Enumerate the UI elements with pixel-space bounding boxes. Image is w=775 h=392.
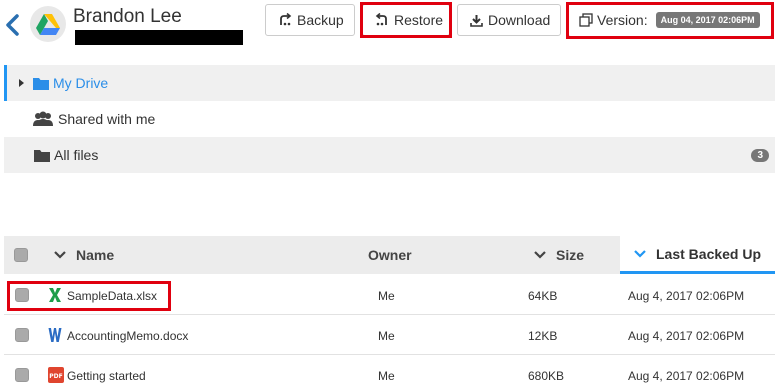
file-name[interactable]: AccountingMemo.docx	[67, 329, 188, 343]
column-size[interactable]: Size	[534, 236, 584, 274]
user-name: Brandon Lee	[73, 6, 182, 27]
backup-label: Backup	[297, 12, 344, 28]
file-size: 12KB	[528, 329, 558, 343]
file-size: 64KB	[528, 289, 558, 303]
download-button[interactable]: Download	[457, 4, 561, 36]
nav-item-all-files[interactable]: All files 3	[4, 137, 775, 173]
google-drive-icon	[30, 6, 66, 42]
chevron-left-icon[interactable]	[4, 14, 22, 36]
restore-label: Restore	[394, 12, 444, 28]
row-checkbox[interactable]	[15, 368, 29, 382]
file-name[interactable]: Getting started	[67, 369, 146, 383]
file-name[interactable]: SampleData.xlsx	[67, 289, 157, 303]
file-date: Aug 4, 2017 02:06PM	[628, 369, 745, 383]
folder-icon	[33, 77, 49, 90]
pdf-icon: PDF	[48, 367, 64, 386]
folder-icon	[34, 149, 50, 162]
column-last-backed-up[interactable]: Last Backed Up	[620, 236, 775, 274]
file-date: Aug 4, 2017 02:06PM	[628, 329, 745, 343]
redacted-email	[75, 30, 243, 45]
version-badge: Aug 04, 2017 02:06PM	[655, 12, 760, 28]
nav-item-my-drive[interactable]: My Drive	[4, 65, 775, 101]
download-label: Download	[488, 12, 551, 28]
users-icon	[33, 111, 53, 126]
column-owner[interactable]: Owner	[368, 236, 412, 274]
file-date: Aug 4, 2017 02:06PM	[628, 289, 745, 303]
table-row[interactable]: AccountingMemo.docx Me 12KB Aug 4, 2017 …	[4, 315, 775, 355]
column-name[interactable]: Name	[54, 236, 114, 274]
nav-item-label: Shared with me	[58, 111, 156, 127]
version-selector[interactable]: Version: Aug 04, 2017 02:06PM	[568, 3, 772, 37]
chevron-down-icon	[534, 251, 546, 259]
backup-icon	[280, 13, 292, 26]
version-label: Version:	[597, 12, 648, 28]
word-icon	[48, 327, 62, 346]
svg-text:PDF: PDF	[49, 373, 62, 380]
select-all-checkbox[interactable]	[14, 236, 28, 274]
nav-item-label: All files	[54, 147, 99, 163]
restore-icon	[375, 13, 387, 26]
table-row[interactable]: SampleData.xlsx Me 64KB Aug 4, 2017 02:0…	[4, 275, 775, 315]
chevron-down-icon	[634, 249, 646, 258]
count-badge: 3	[751, 149, 769, 162]
file-owner: Me	[378, 329, 395, 343]
restore-button[interactable]: Restore	[362, 4, 450, 36]
expand-caret-icon[interactable]	[19, 79, 24, 87]
file-owner: Me	[378, 289, 395, 303]
copy-icon	[579, 13, 593, 27]
checkbox[interactable]	[14, 248, 28, 262]
table-row[interactable]: PDF Getting started Me 680KB Aug 4, 2017…	[4, 355, 775, 392]
column-size-label: Size	[556, 247, 585, 263]
column-name-label: Name	[76, 247, 115, 263]
file-owner: Me	[378, 369, 395, 383]
nav-item-label: My Drive	[53, 75, 109, 91]
nav-item-shared-with-me[interactable]: Shared with me	[4, 101, 775, 137]
column-last-backed-up-label: Last Backed Up	[656, 245, 762, 262]
excel-icon	[48, 287, 62, 306]
backup-button[interactable]: Backup	[265, 4, 355, 36]
column-owner-label: Owner	[368, 247, 412, 263]
table-header: Name Owner Size Last Backed Up	[4, 236, 775, 274]
row-checkbox[interactable]	[15, 288, 29, 302]
chevron-down-icon	[54, 251, 66, 259]
download-icon	[470, 14, 483, 27]
row-checkbox[interactable]	[15, 328, 29, 342]
file-size: 680KB	[528, 369, 565, 383]
